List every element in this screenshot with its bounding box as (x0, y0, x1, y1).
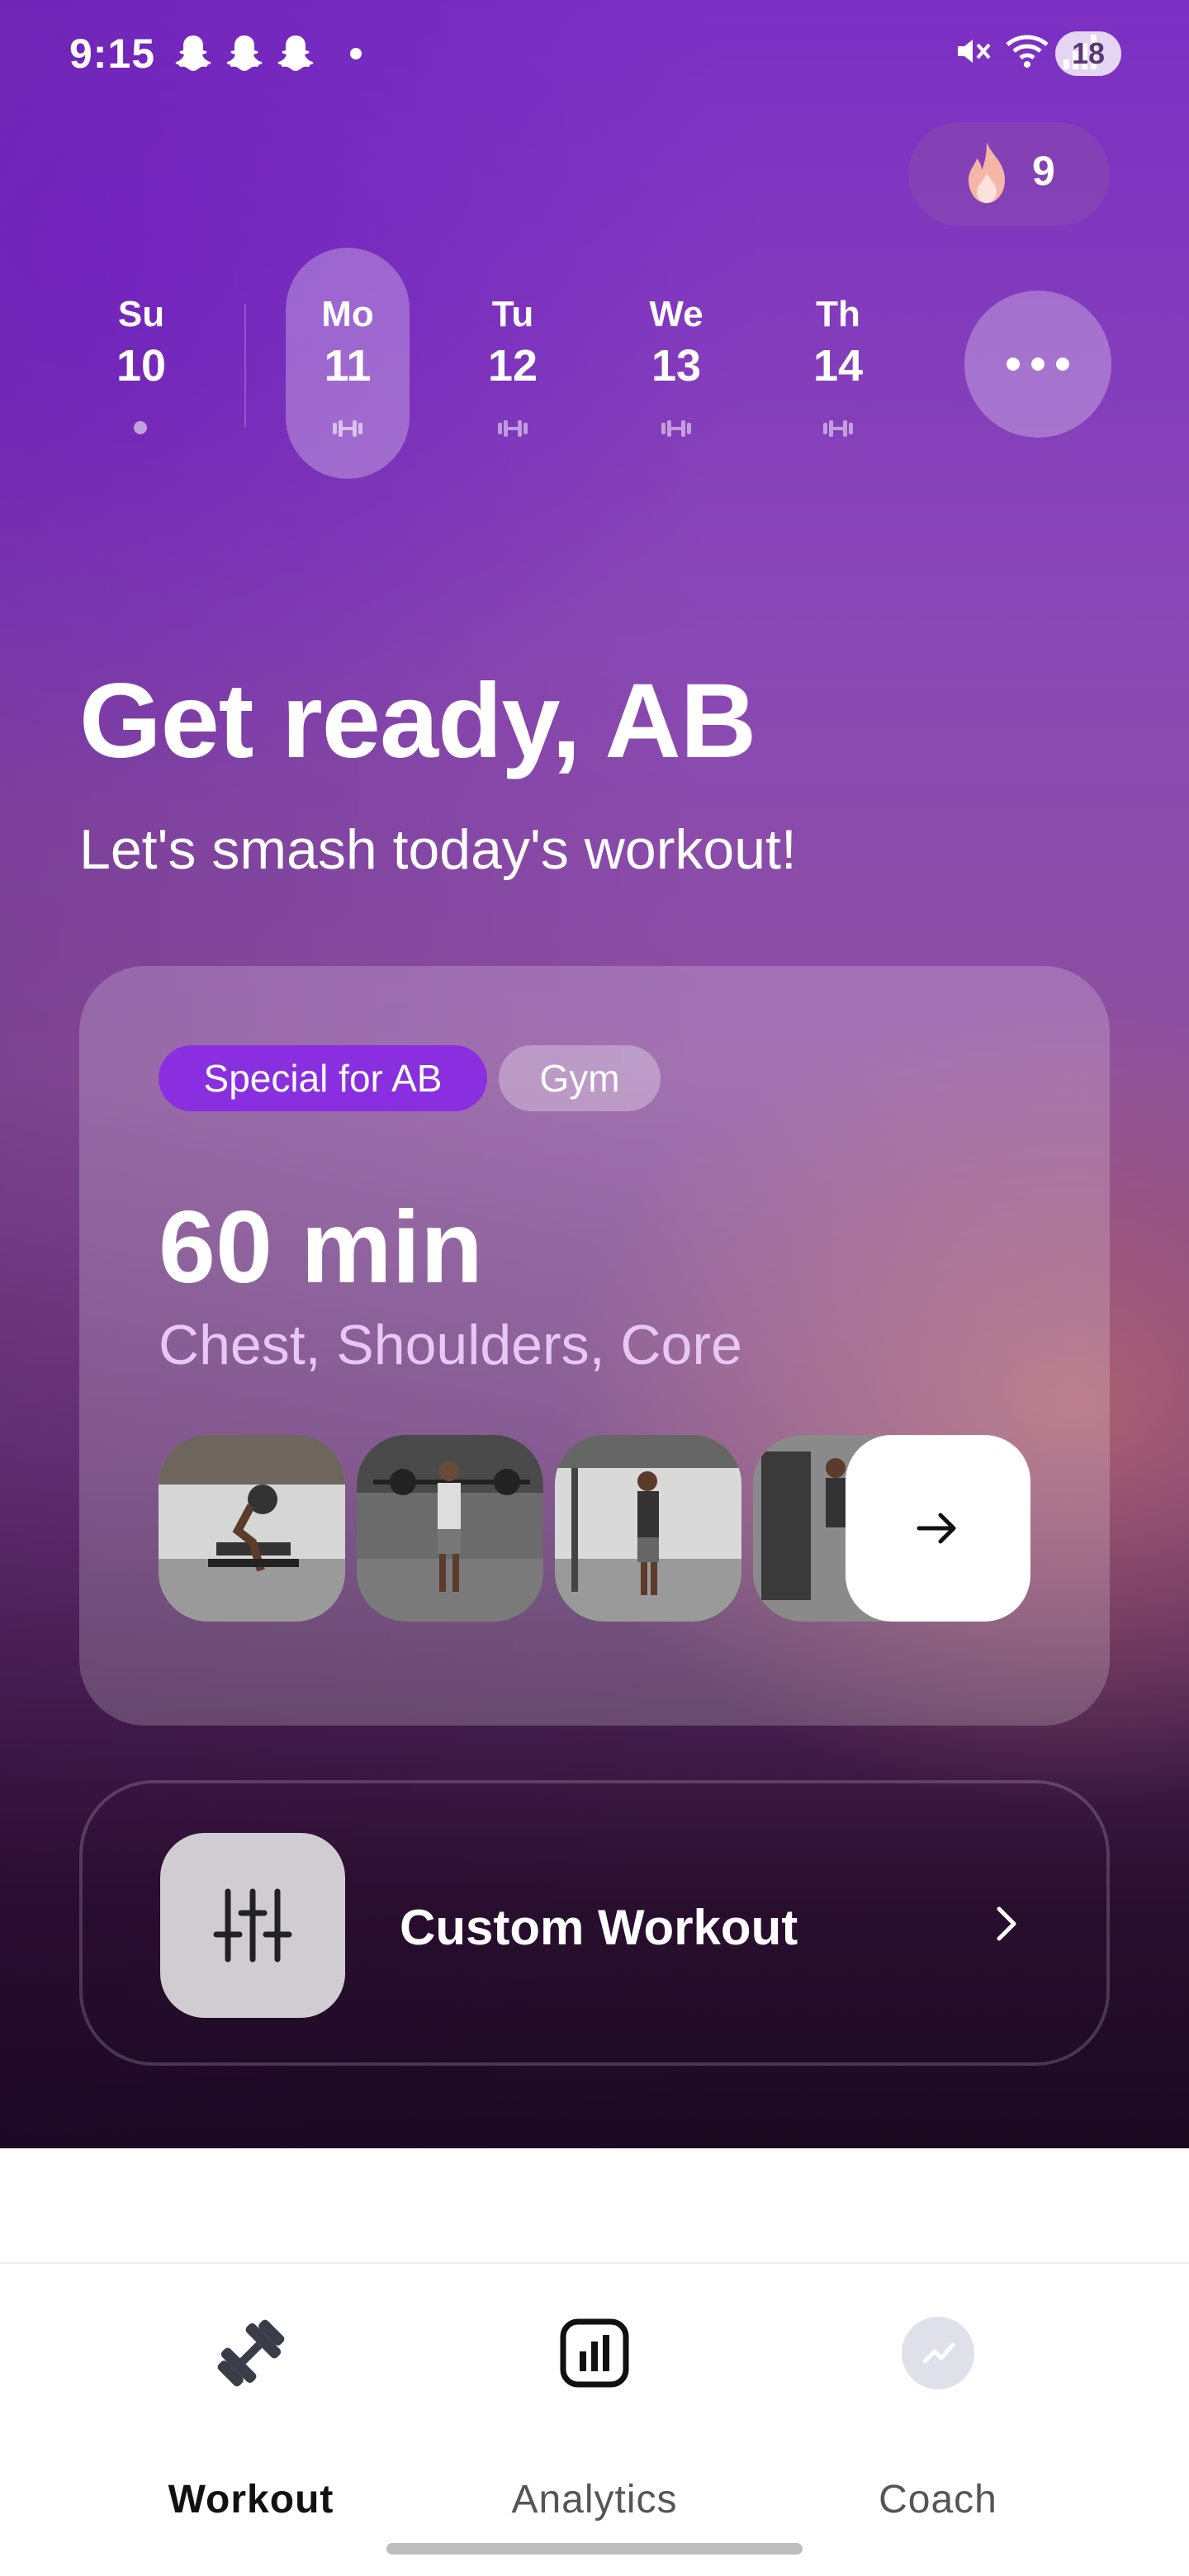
dumbbell-icon (498, 420, 528, 437)
dumbbell-icon (333, 420, 362, 437)
more-dot-icon (1007, 358, 1020, 371)
arrow-right-icon (917, 1513, 956, 1544)
more-dot-icon (1031, 358, 1045, 371)
snapchat-icon (175, 36, 211, 71)
mute-icon (958, 40, 991, 63)
chevron-right-icon (997, 1906, 1016, 1941)
day-sunday[interactable]: Su 10 (79, 248, 203, 479)
custom-workout-button[interactable]: Custom Workout (79, 1780, 1110, 2066)
nav-label: Coach (879, 2478, 997, 2522)
flame-icon (969, 142, 1005, 203)
day-name: Th (816, 294, 860, 334)
more-dot-icon (1056, 358, 1069, 371)
more-days-button[interactable] (964, 291, 1111, 438)
workout-muscles: Chest, Shoulders, Core (159, 1314, 742, 1376)
sliders-icon (213, 1888, 292, 1963)
nav-analytics[interactable]: Analytics (471, 2313, 718, 2522)
snapchat-icon (277, 36, 314, 71)
dumbbell-icon (823, 420, 853, 437)
day-number: 13 (651, 341, 702, 391)
day-name: Su (117, 294, 165, 334)
greeting-title: Get ready, AB (79, 662, 756, 780)
streak-count: 9 (1032, 148, 1055, 194)
tag-gym: Gym (499, 1045, 661, 1111)
dumbbell-icon (217, 2319, 285, 2387)
dumbbell-icon (661, 420, 691, 437)
tag-special: Special for AB (159, 1045, 487, 1111)
exercise-thumbnail (159, 1435, 345, 1622)
day-number: 14 (812, 341, 864, 391)
bar-chart-icon (560, 2318, 629, 2388)
notification-dot (350, 48, 362, 59)
nav-label: Workout (168, 2478, 334, 2522)
day-number: 10 (116, 341, 167, 391)
day-number: 11 (324, 341, 372, 391)
day-dot (134, 421, 147, 434)
bottom-navigation: Workout Analytics Coach (0, 2262, 1189, 2576)
day-tuesday[interactable]: Tu 12 (451, 248, 575, 479)
battery-indicator: 18 (1055, 31, 1121, 76)
nav-coach[interactable]: Coach (814, 2313, 1062, 2522)
day-monday[interactable]: Mo 11 (286, 248, 410, 479)
day-number: 12 (487, 341, 538, 391)
custom-workout-icon-box (160, 1833, 345, 2018)
exercise-thumbnail (357, 1435, 543, 1622)
nav-label: Analytics (511, 2478, 678, 2522)
status-time: 9:15 (69, 31, 156, 77)
day-wednesday[interactable]: We 13 (614, 248, 738, 479)
home-indicator[interactable] (386, 2543, 803, 2555)
exercise-thumbnail (555, 1435, 741, 1622)
status-bar: 9:15 18 (0, 0, 1189, 107)
day-thursday[interactable]: Th 14 (776, 248, 900, 479)
streak-badge[interactable]: 9 (908, 122, 1110, 226)
snapchat-icon (226, 36, 263, 71)
todays-workout-card[interactable]: Special for AB Gym 60 min Chest, Shoulde… (79, 966, 1110, 1726)
coach-icon (902, 2317, 974, 2389)
day-name: We (649, 294, 703, 334)
wifi-icon (1006, 35, 1049, 68)
day-name: Mo (321, 294, 374, 334)
nav-workout[interactable]: Workout (127, 2313, 375, 2522)
custom-workout-label: Custom Workout (400, 1900, 798, 1955)
start-workout-button[interactable] (846, 1435, 1030, 1622)
day-name: Tu (491, 294, 534, 334)
greeting-subtitle: Let's smash today's workout! (79, 818, 797, 881)
day-divider (244, 304, 246, 428)
workout-duration: 60 min (159, 1191, 483, 1305)
